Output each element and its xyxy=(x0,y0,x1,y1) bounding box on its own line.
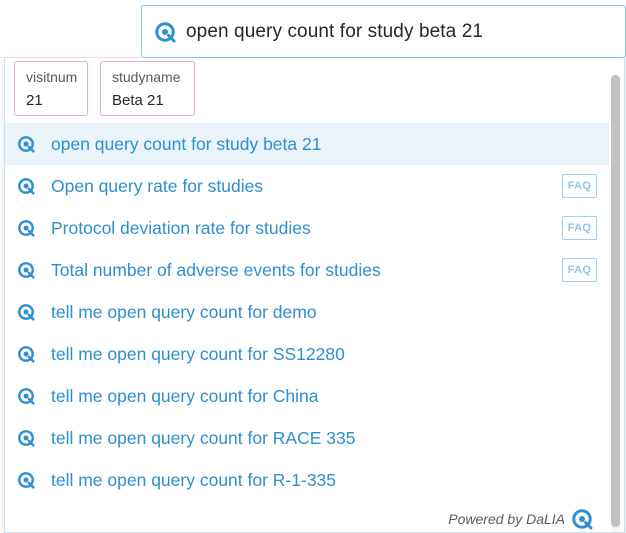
dalia-logo-icon xyxy=(18,388,35,405)
dalia-logo-icon xyxy=(18,430,35,447)
suggestion-item[interactable]: tell me open query count for demo xyxy=(5,291,609,333)
suggestion-item[interactable]: Total number of adverse events for studi… xyxy=(5,249,609,291)
search-input[interactable]: open query count for study beta 21 xyxy=(141,5,626,58)
chip-visitnum[interactable]: visitnum 21 xyxy=(14,61,88,116)
suggestion-text: tell me open query count for China xyxy=(51,385,319,406)
suggestion-text: tell me open query count for RACE 335 xyxy=(51,427,356,448)
scrollbar-thumb[interactable] xyxy=(611,75,620,527)
suggestion-text: tell me open query count for R-1-335 xyxy=(51,469,337,490)
faq-badge: FAQ xyxy=(562,174,597,198)
suggestion-text: Protocol deviation rate for studies xyxy=(51,217,311,238)
dalia-logo-icon xyxy=(18,136,35,153)
dalia-logo-icon xyxy=(18,220,35,237)
suggestion-text: Total number of adverse events for studi… xyxy=(51,259,381,280)
autocomplete-dropdown: visitnum 21 studyname Beta 21 open query… xyxy=(4,58,625,533)
powered-by-footer: Powered by DaLIA xyxy=(448,508,593,530)
suggestion-text: tell me open query count for SS12280 xyxy=(51,343,345,364)
faq-badge: FAQ xyxy=(562,216,597,240)
chip-label: visitnum xyxy=(26,69,78,85)
suggestion-item[interactable]: Open query rate for studies FAQ xyxy=(5,165,609,207)
dalia-logo-icon xyxy=(18,178,35,195)
powered-by-text: Powered by DaLIA xyxy=(448,511,565,527)
scrollbar[interactable] xyxy=(611,75,620,532)
chip-studyname[interactable]: studyname Beta 21 xyxy=(100,61,195,116)
search-query-text[interactable]: open query count for study beta 21 xyxy=(186,21,483,43)
chip-value: Beta 21 xyxy=(112,92,164,109)
suggestion-list: open query count for study beta 21 Open … xyxy=(5,123,609,501)
suggestion-item[interactable]: tell me open query count for R-1-335 xyxy=(5,459,609,501)
suggestion-text: open query count for study beta 21 xyxy=(51,133,322,154)
suggestion-item[interactable]: open query count for study beta 21 xyxy=(5,123,609,165)
dalia-logo-icon xyxy=(18,472,35,489)
suggestion-item[interactable]: tell me open query count for China xyxy=(5,375,609,417)
suggestion-item[interactable]: Protocol deviation rate for studies FAQ xyxy=(5,207,609,249)
chip-label: studyname xyxy=(112,69,181,85)
suggestion-item[interactable]: tell me open query count for RACE 335 xyxy=(5,417,609,459)
suggestion-text: tell me open query count for demo xyxy=(51,301,317,322)
faq-badge: FAQ xyxy=(562,258,597,282)
dalia-logo-icon xyxy=(155,21,176,42)
filter-chips: visitnum 21 studyname Beta 21 xyxy=(14,61,195,116)
dalia-logo-icon xyxy=(18,346,35,363)
dalia-logo-icon xyxy=(572,509,593,530)
dalia-logo-icon xyxy=(18,304,35,321)
suggestion-item[interactable]: tell me open query count for SS12280 xyxy=(5,333,609,375)
chip-value: 21 xyxy=(26,92,43,109)
dalia-logo-icon xyxy=(18,262,35,279)
suggestion-text: Open query rate for studies xyxy=(51,175,264,196)
